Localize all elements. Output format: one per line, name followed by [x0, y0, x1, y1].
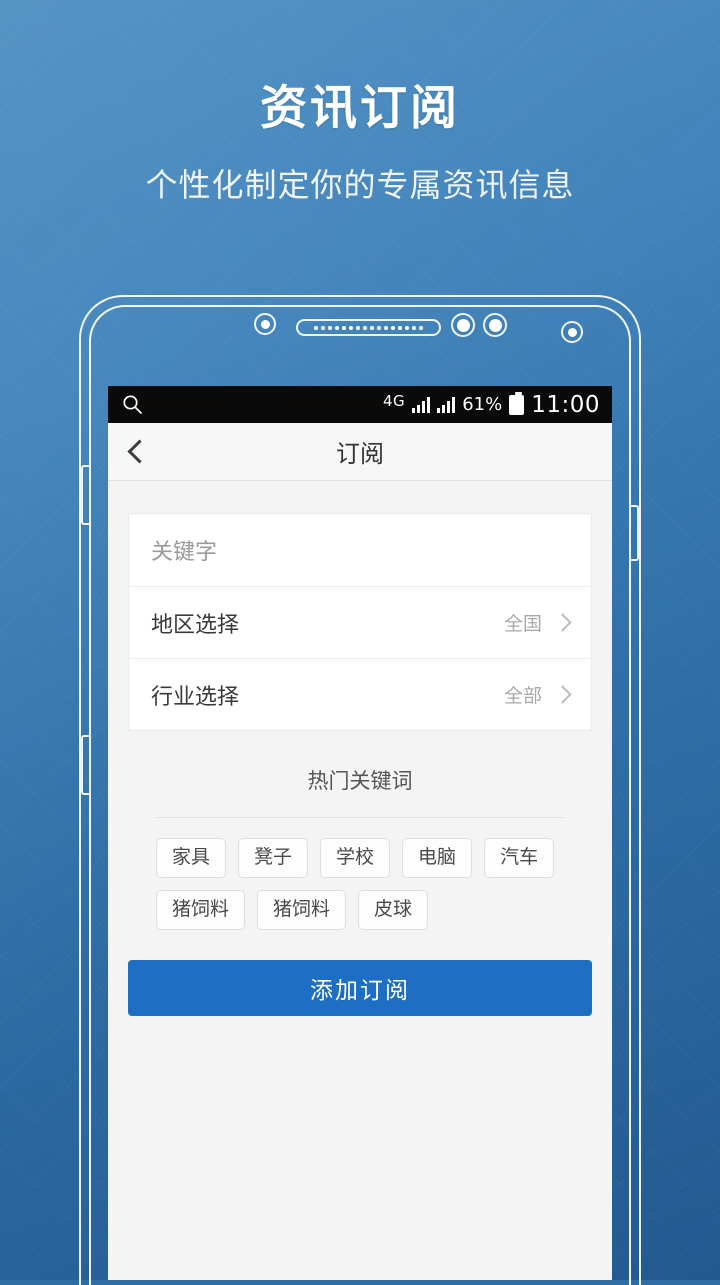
- content-bottom-spacer: [108, 1016, 612, 1064]
- industry-select-value: 全部: [503, 685, 542, 707]
- hot-keywords-tag-list: 家具 凳子 学校 电脑 汽车 猪饲料 猪饲料 皮球: [128, 818, 592, 930]
- subscription-form-card: 关键字 地区选择 全国 行业选择 全部: [128, 513, 592, 731]
- signal-strength-icon-2: [437, 396, 456, 413]
- proximity-sensor-icon: [254, 313, 276, 335]
- region-select-value: 全国: [503, 613, 542, 635]
- keyword-tag[interactable]: 皮球: [358, 889, 429, 930]
- hot-keywords-section: 热门关键词 家具 凳子 学校 电脑 汽车 猪饲料 猪饲料 皮球: [128, 731, 592, 952]
- indicator-led-icon: [561, 321, 583, 343]
- hot-keywords-title: 热门关键词: [307, 769, 413, 793]
- phone-screen: 4G 61% 11:00 订阅 关键字 地区选择 全国 行业选择 全部 热门关键…: [108, 386, 612, 1280]
- region-select-row[interactable]: 地区选择 全国: [129, 586, 591, 658]
- nav-bar: 订阅: [108, 423, 612, 481]
- keyword-tag[interactable]: 学校: [320, 838, 391, 878]
- screen-content: 关键字 地区选择 全国 行业选择 全部 热门关键词 家具 凳子 学校 电脑 汽车…: [108, 481, 612, 1064]
- keyword-tag[interactable]: 凳子: [238, 838, 309, 878]
- chevron-right-icon: [553, 685, 572, 704]
- status-bar-clock: 11:00: [531, 391, 600, 418]
- hero-section: 资讯订阅 个性化制定你的专属资讯信息: [0, 0, 720, 206]
- submit-button-wrapper: 添加订阅: [108, 952, 612, 1016]
- industry-select-row[interactable]: 行业选择 全部: [129, 658, 591, 730]
- phone-mockup: 4G 61% 11:00 订阅 关键字 地区选择 全国 行业选择 全部 热门关键…: [79, 295, 641, 1285]
- keyword-tag[interactable]: 家具: [156, 838, 227, 878]
- battery-percent-label: 61%: [462, 394, 503, 415]
- keyword-tag[interactable]: 猪饲料: [257, 889, 347, 930]
- battery-icon: [509, 391, 525, 415]
- hero-subtitle: 个性化制定你的专属资讯信息: [145, 166, 575, 205]
- keyword-tag[interactable]: 电脑: [402, 838, 473, 878]
- volume-down-button-icon: [81, 735, 91, 795]
- status-bar-right: 4G 61% 11:00: [383, 391, 600, 418]
- keyword-row[interactable]: 关键字: [129, 514, 591, 586]
- hero-title: 资讯订阅: [260, 81, 460, 136]
- status-bar: 4G 61% 11:00: [108, 386, 612, 423]
- signal-strength-icon-1: [412, 396, 431, 413]
- network-type-label: 4G: [383, 391, 406, 410]
- add-subscription-button[interactable]: 添加订阅: [128, 959, 592, 1016]
- keyword-tag[interactable]: 猪饲料: [156, 889, 246, 930]
- industry-select-label: 行业选择: [151, 684, 240, 710]
- front-camera-icon: [451, 313, 475, 337]
- search-icon[interactable]: [122, 394, 143, 415]
- content-top-spacer: [108, 481, 612, 513]
- region-select-label: 地区选择: [151, 612, 240, 638]
- keyword-tag[interactable]: 汽车: [484, 838, 555, 878]
- light-sensor-icon: [483, 313, 507, 337]
- earpiece-speaker-icon: [296, 319, 441, 336]
- power-button-icon: [629, 505, 639, 561]
- status-bar-left: [122, 394, 383, 415]
- keyword-input[interactable]: 关键字: [151, 534, 569, 566]
- volume-up-button-icon: [81, 465, 91, 525]
- chevron-right-icon: [553, 613, 572, 632]
- page-title: 订阅: [336, 440, 384, 468]
